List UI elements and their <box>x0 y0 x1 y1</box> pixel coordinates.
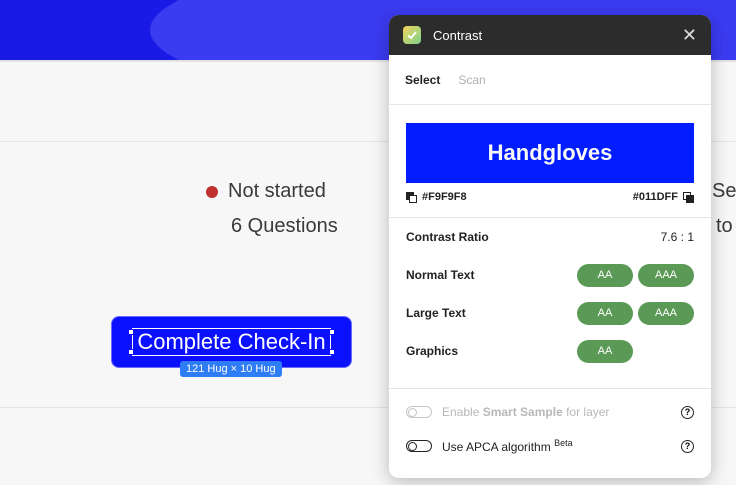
aa-badge: AA <box>577 301 633 325</box>
layers-icon <box>683 191 694 203</box>
contrast-plugin-panel: Contrast ✕ Select Scan Handgloves #F9F9F… <box>389 15 711 478</box>
aaa-badge: AAA <box>638 301 694 325</box>
truncated-text-1: Ser <box>712 180 736 202</box>
graphics-label: Graphics <box>406 344 459 358</box>
question-count: 6 Questions <box>231 215 338 237</box>
tab-scan[interactable]: Scan <box>458 73 485 87</box>
smart-sample-label: Enable Smart Sample for layer <box>442 405 610 419</box>
smart-sample-row: Enable Smart Sample for layer ? <box>389 395 711 429</box>
truncated-text-2: to <box>716 215 733 237</box>
foreground-swatch[interactable]: #F9F9F8 <box>406 191 467 203</box>
contrast-ratio-label: Contrast Ratio <box>406 230 489 244</box>
selection-handle-br[interactable] <box>329 349 335 355</box>
large-text-row: Large Text AA AAA <box>406 294 694 332</box>
panel-title: Contrast <box>433 27 483 43</box>
foreground-hex: #F9F9F8 <box>422 191 467 203</box>
selection-handle-tl[interactable] <box>128 329 134 335</box>
panel-header: Contrast ✕ <box>389 15 711 55</box>
status-text: Not started <box>228 180 326 202</box>
layers-icon <box>406 191 417 203</box>
status-dot-icon <box>206 185 218 198</box>
button-label: Complete Check-In <box>132 328 331 356</box>
aa-badge: AA <box>577 263 633 287</box>
normal-text-label: Normal Text <box>406 268 475 282</box>
contrast-ratio-value: 7.6 : 1 <box>660 230 694 244</box>
apca-toggle[interactable] <box>406 440 432 452</box>
background-swatch[interactable]: #011DFF <box>633 191 694 203</box>
close-icon[interactable]: ✕ <box>682 25 697 46</box>
normal-text-row: Normal Text AA AAA <box>406 256 694 294</box>
apca-label: Use APCA algorithm Beta <box>442 438 573 454</box>
aaa-badge: AAA <box>638 263 694 287</box>
selection-handle-tr[interactable] <box>329 329 335 335</box>
background-hex: #011DFF <box>632 191 678 203</box>
selection-handle-bl[interactable] <box>128 349 134 355</box>
results-list: Contrast Ratio 7.6 : 1 Normal Text AA AA… <box>389 218 711 370</box>
tab-select[interactable]: Select <box>405 73 440 87</box>
large-text-label: Large Text <box>406 306 466 320</box>
graphics-row: Graphics AA <box>406 332 694 370</box>
divider <box>389 388 711 389</box>
size-badge: 121 Hug × 10 Hug <box>180 361 282 377</box>
checkmark-logo-icon <box>403 26 421 44</box>
tab-bar: Select Scan <box>389 55 711 105</box>
apca-row: Use APCA algorithm Beta ? <box>389 429 711 463</box>
smart-sample-toggle[interactable] <box>406 406 432 418</box>
color-swatches: #F9F9F8 #011DFF <box>389 183 711 203</box>
contrast-ratio-row: Contrast Ratio 7.6 : 1 <box>406 218 694 256</box>
help-icon[interactable]: ? <box>681 405 694 419</box>
aa-badge: AA <box>577 339 633 363</box>
help-icon[interactable]: ? <box>681 439 694 453</box>
contrast-preview: Handgloves <box>406 123 694 183</box>
status-row: Not started <box>206 180 326 203</box>
